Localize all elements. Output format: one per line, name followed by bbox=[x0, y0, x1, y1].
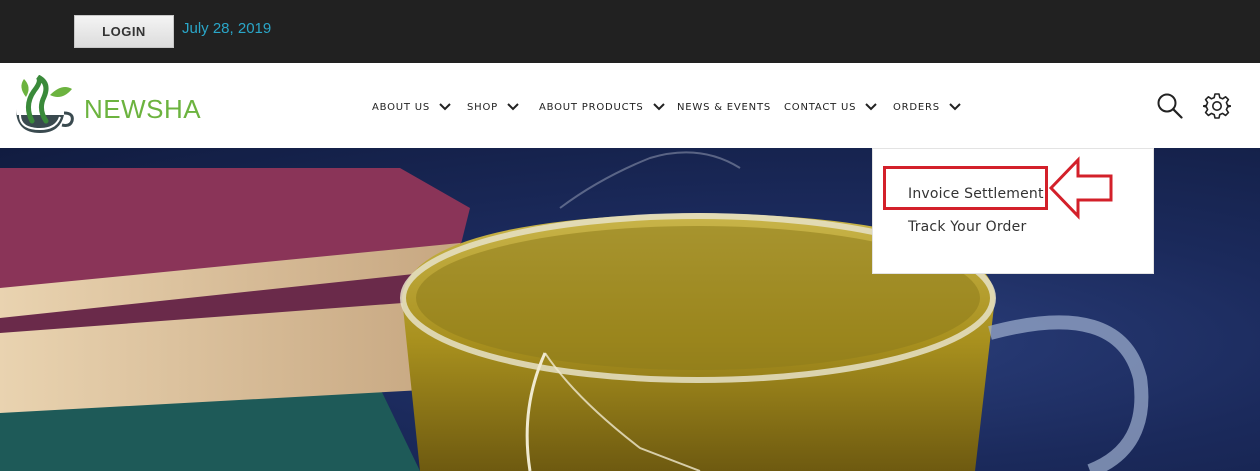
nav-item-about-us[interactable]: ABOUT US bbox=[372, 99, 451, 115]
nav-item-about-products[interactable]: ABOUT PRODUCTS bbox=[539, 99, 665, 115]
nav-label: SHOP bbox=[467, 101, 498, 113]
left-arrow-icon bbox=[1048, 156, 1113, 220]
nav-label: NEWS & EVENTS bbox=[677, 101, 772, 113]
chevron-down-icon bbox=[865, 103, 877, 111]
nav-item-shop[interactable]: SHOP bbox=[467, 99, 519, 115]
chevron-down-icon bbox=[949, 103, 961, 111]
teacup-logo-icon bbox=[16, 75, 74, 133]
nav-label: ORDERS bbox=[893, 101, 940, 113]
menu-item-track-your-order[interactable]: Track Your Order bbox=[908, 219, 1026, 235]
nav-item-orders[interactable]: ORDERS bbox=[893, 99, 961, 115]
gear-icon[interactable] bbox=[1203, 92, 1231, 120]
nav-label: CONTACT US bbox=[784, 101, 857, 113]
nav-label: ABOUT US bbox=[372, 101, 431, 113]
logo-text: NEWSHA bbox=[84, 94, 202, 124]
site-header: NEWSHA ABOUT US SHOP ABOUT PRODUCTS NEWS… bbox=[0, 63, 1260, 148]
current-date: July 28, 2019 bbox=[182, 20, 272, 37]
site-logo[interactable]: NEWSHA bbox=[10, 75, 202, 137]
nav-item-contact-us[interactable]: CONTACT US bbox=[784, 99, 877, 115]
chevron-down-icon bbox=[439, 103, 451, 111]
nav-label: ABOUT PRODUCTS bbox=[539, 101, 644, 113]
nav-item-news-events[interactable]: NEWS & EVENTS bbox=[677, 99, 771, 115]
chevron-down-icon bbox=[507, 103, 519, 111]
highlight-box bbox=[883, 166, 1048, 210]
top-bar: LOGIN July 28, 2019 bbox=[0, 0, 1260, 63]
chevron-down-icon bbox=[652, 103, 665, 111]
search-icon[interactable] bbox=[1156, 92, 1183, 119]
login-button[interactable]: LOGIN bbox=[74, 15, 174, 48]
